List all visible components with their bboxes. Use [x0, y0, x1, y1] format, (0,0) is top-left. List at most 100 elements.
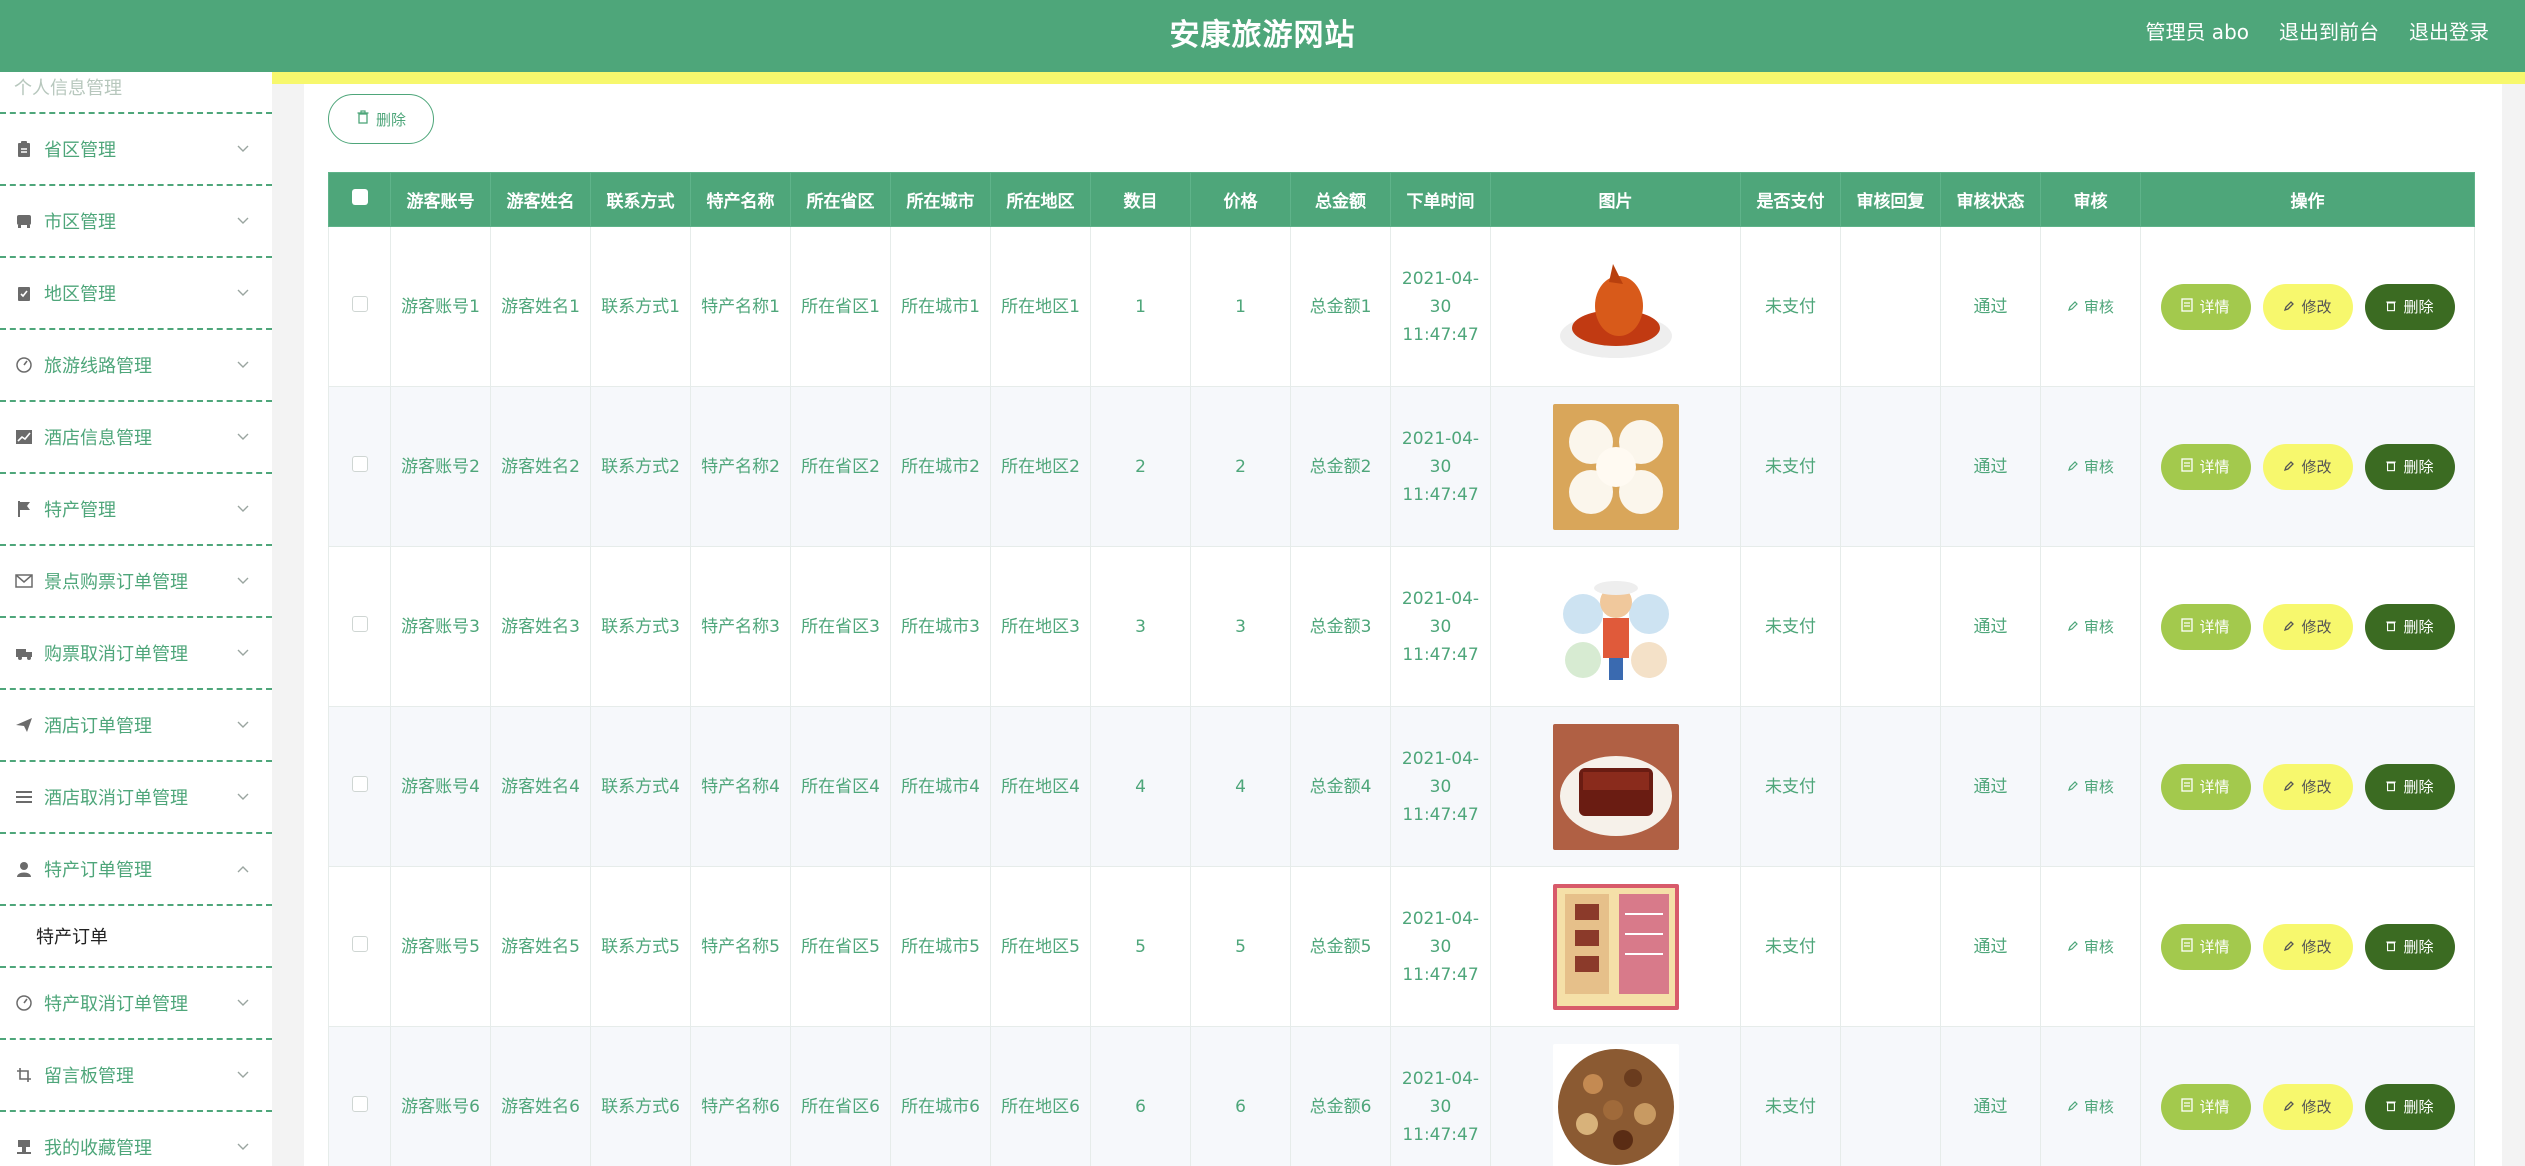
cell-district: 所在地区1 [990, 226, 1091, 387]
cell-time: 2021-04-30 11:47:47 [1390, 546, 1491, 707]
trash-icon [2385, 933, 2397, 961]
sidebar-item-4[interactable]: 酒店信息管理 [0, 402, 272, 474]
cell-total: 总金额4 [1290, 706, 1391, 867]
cell-total: 总金额2 [1290, 386, 1391, 547]
detail-button[interactable]: 详情 [2160, 443, 2251, 490]
audit-link[interactable]: 审核 [2067, 618, 2114, 636]
cell-count: 5 [1090, 866, 1191, 1027]
detail-button[interactable]: 详情 [2160, 923, 2251, 970]
edit-button[interactable]: 修改 [2262, 283, 2353, 330]
column-header: 审核回复 [1840, 172, 1941, 227]
audit-link[interactable]: 审核 [2067, 298, 2114, 316]
cell-image [1490, 706, 1741, 867]
sidebar-item-2[interactable]: 地区管理 [0, 258, 272, 330]
sidebar-item-1[interactable]: 市区管理 [0, 186, 272, 258]
row-select-cell [328, 866, 391, 1027]
column-header: 所在城市 [890, 172, 991, 227]
cell-paid: 未支付 [1740, 706, 1841, 867]
column-header: 所在地区 [990, 172, 1091, 227]
row-checkbox[interactable] [351, 615, 368, 632]
cell-status: 通过 [1940, 1026, 2041, 1166]
cell-district: 所在地区2 [990, 386, 1091, 547]
delete-button[interactable]: 删除 [2364, 283, 2455, 330]
sidebar-item-5[interactable]: 特产管理 [0, 474, 272, 546]
sidebar-subitem-specialty-orders[interactable]: 特产订单 [0, 906, 272, 968]
edit-button[interactable]: 修改 [2262, 603, 2353, 650]
select-all-header [328, 172, 391, 227]
edit-button[interactable]: 修改 [2262, 763, 2353, 810]
pencil-icon [2067, 618, 2079, 636]
row-select-cell [328, 1026, 391, 1166]
delete-button[interactable]: 删除 [2364, 603, 2455, 650]
sidebar-item-label: 留言板管理 [44, 1066, 134, 1087]
sidebar-item-after-1[interactable]: 留言板管理 [0, 1040, 272, 1112]
cell-province: 所在省区5 [790, 866, 891, 1027]
sidebar-item-8[interactable]: 酒店订单管理 [0, 690, 272, 762]
cell-province: 所在省区3 [790, 546, 891, 707]
cell-price: 4 [1190, 706, 1291, 867]
cell-city: 所在城市2 [890, 386, 991, 547]
sidebar-item-3[interactable]: 旅游线路管理 [0, 330, 272, 402]
back-to-front-link[interactable]: 退出到前台 [2279, 16, 2379, 45]
header-actions: 管理员 abo 退出到前台 退出登录 [2145, 16, 2489, 45]
admin-user-label[interactable]: 管理员 abo [2145, 16, 2249, 45]
row-checkbox[interactable] [351, 935, 368, 952]
sidebar-item-after-2[interactable]: 我的收藏管理 [0, 1112, 272, 1166]
audit-label: 审核 [2083, 1097, 2114, 1116]
row-checkbox[interactable] [351, 775, 368, 792]
table-row: 游客账号1 游客姓名1 联系方式1 特产名称1 所在省区1 所在城市1 所在地区1 1 1 总金额… [328, 226, 2475, 387]
trash-icon [2385, 293, 2397, 321]
cell-actions: 详情 修改 删除 [2140, 546, 2475, 707]
audit-link[interactable]: 审核 [2067, 938, 2114, 956]
cell-count: 4 [1090, 706, 1191, 867]
select-all-checkbox[interactable] [351, 189, 368, 205]
sidebar-top-partial: 个人信息管理 [0, 72, 272, 114]
delete-button[interactable]: 删除 [2364, 763, 2455, 810]
delete-button[interactable]: 删除 [2364, 443, 2455, 490]
cell-actions: 详情 修改 删除 [2140, 706, 2475, 867]
pencil-icon [2283, 1093, 2295, 1121]
truck-icon [14, 643, 34, 663]
pencil-icon [2283, 453, 2295, 481]
cell-time: 2021-04-30 11:47:47 [1390, 706, 1491, 867]
audit-label: 审核 [2083, 617, 2114, 636]
delete-button[interactable]: 删除 [2364, 1083, 2455, 1130]
column-header: 特产名称 [690, 172, 791, 227]
sidebar-item-label: 市区管理 [44, 212, 116, 233]
cell-image [1490, 866, 1741, 1027]
row-checkbox[interactable] [351, 455, 368, 472]
table-row: 游客账号2 游客姓名2 联系方式2 特产名称2 所在省区2 所在城市2 所在地区2 2 2 总金额… [328, 386, 2475, 547]
sidebar-item-7[interactable]: 购票取消订单管理 [0, 618, 272, 690]
audit-link[interactable]: 审核 [2067, 1098, 2114, 1116]
sidebar-item-0[interactable]: 省区管理 [0, 114, 272, 186]
sidebar-item-6[interactable]: 景点购票订单管理 [0, 546, 272, 618]
bulk-delete-button[interactable]: 删除 [328, 94, 434, 144]
chevron-down-icon [236, 1140, 250, 1156]
logout-link[interactable]: 退出登录 [2409, 16, 2489, 45]
row-checkbox[interactable] [351, 295, 368, 312]
detail-button[interactable]: 详情 [2160, 1083, 2251, 1130]
cell-count: 2 [1090, 386, 1191, 547]
edit-button[interactable]: 修改 [2262, 1083, 2353, 1130]
row-checkbox[interactable] [351, 1095, 368, 1112]
audit-label: 审核 [2083, 457, 2114, 476]
edit-button[interactable]: 修改 [2262, 443, 2353, 490]
edit-label: 修改 [2301, 297, 2332, 316]
detail-button[interactable]: 详情 [2160, 283, 2251, 330]
cell-status: 通过 [1940, 386, 2041, 547]
sidebar-item-9[interactable]: 酒店取消订单管理 [0, 762, 272, 834]
cell-product: 特产名称3 [690, 546, 791, 707]
audit-label: 审核 [2083, 937, 2114, 956]
edit-button[interactable]: 修改 [2262, 923, 2353, 970]
sidebar-item-10[interactable]: 特产订单管理 [0, 834, 272, 906]
sidebar-item-label: 特产取消订单管理 [44, 994, 188, 1015]
pencil-icon [2067, 458, 2079, 476]
delete-button[interactable]: 删除 [2364, 923, 2455, 970]
audit-link[interactable]: 审核 [2067, 458, 2114, 476]
detail-label: 详情 [2199, 617, 2230, 636]
sidebar-item-after-0[interactable]: 特产取消订单管理 [0, 968, 272, 1040]
detail-button[interactable]: 详情 [2160, 763, 2251, 810]
cell-account: 游客账号4 [390, 706, 491, 867]
detail-button[interactable]: 详情 [2160, 603, 2251, 650]
audit-link[interactable]: 审核 [2067, 778, 2114, 796]
